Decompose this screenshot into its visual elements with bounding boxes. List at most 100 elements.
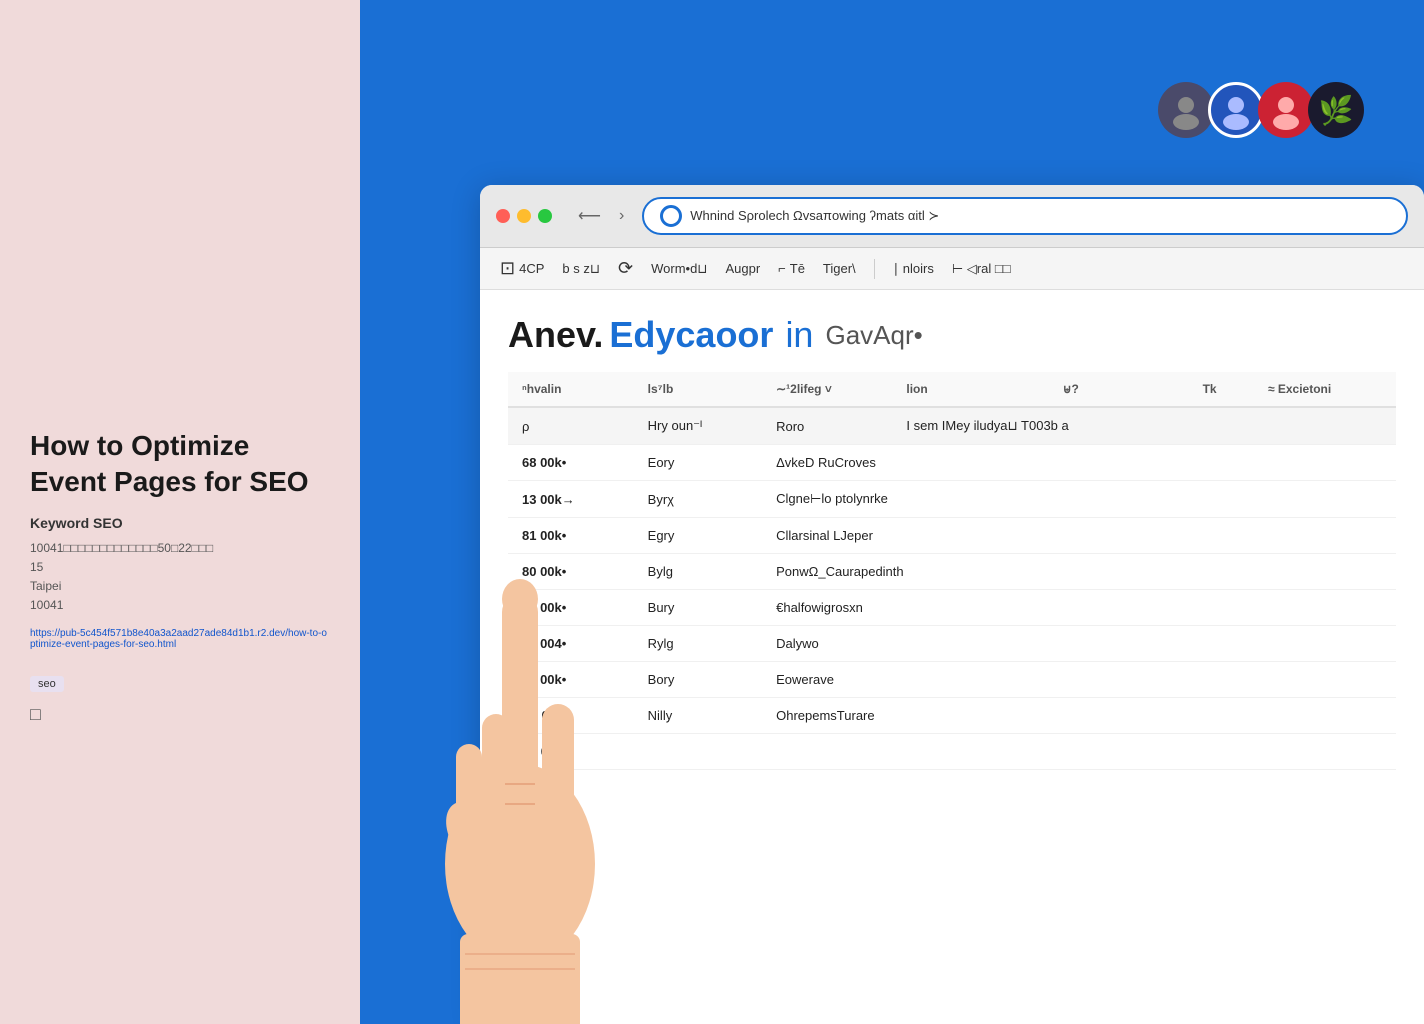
toolbar-item-worn-ji[interactable]: Worm•d⊔ [651, 261, 707, 277]
table-row[interactable]: 8F 00k• [508, 734, 1396, 770]
toolbar-icon-1: ⊡ [500, 258, 515, 279]
avatar-1 [1158, 82, 1214, 138]
volume-cell: 68 00k• [508, 445, 634, 481]
subcol-4 [1189, 407, 1254, 445]
minimize-button[interactable] [517, 209, 531, 223]
avatar-4: 🌿 [1308, 82, 1364, 138]
traffic-lights [496, 209, 552, 223]
table-row[interactable]: 62 00k•Bury€halfowigrosxn [508, 590, 1396, 626]
col-header-1: ls⁷lb [634, 372, 762, 407]
subcol-3: I sem IMey iludya⊔ T003b a [892, 407, 1188, 445]
volume-cell: 13 00k→ [508, 481, 634, 518]
toolbar-item-nloirs[interactable]: ∣ nloirs [893, 261, 934, 277]
v2-cell: Bory [634, 662, 762, 698]
toolbar-divider [874, 259, 875, 279]
toolbar-label-augpr: Augpr [725, 261, 760, 276]
v2-cell: Rylg [634, 626, 762, 662]
browser-chrome: ⟵ › Whnind Sρrolech Ωvsaπowing ʔmats αit… [480, 185, 1424, 248]
avatar-3 [1258, 82, 1314, 138]
v2-cell: Eory [634, 445, 762, 481]
v2-cell: Bury [634, 590, 762, 626]
back-button[interactable]: ⟵ [572, 204, 607, 228]
name-cell: Dalywo [762, 626, 1396, 662]
toolbar-label-ural: ⊢ ◁ral □□ [952, 261, 1011, 277]
toolbar-item-3[interactable]: ⟳ [618, 258, 633, 279]
avatar-2 [1208, 82, 1264, 138]
heading-part2: Edycaoor [609, 314, 773, 356]
data-table: ⁿhvalin ls⁷lb ∼¹2lifeg ˅ lion ⊎? Tk ≈ Ex… [508, 372, 1396, 770]
v2-cell: Bylg [634, 554, 762, 590]
toolbar-item-to[interactable]: ⌐ Tē [778, 261, 805, 276]
name-cell [762, 734, 1396, 770]
name-cell: Clgne⊢lo ptolynrke [762, 481, 1396, 518]
table-row[interactable]: S0 00k•NillyOhrepemsTurare [508, 698, 1396, 734]
toolbar-item-2[interactable]: b s z⊔ [562, 261, 600, 277]
toolbar-item-tiger[interactable]: Tiger\ [823, 261, 856, 276]
table-row[interactable]: 68 00k•EoryΔvkeD RuCroves [508, 445, 1396, 481]
toolbar-label-2: b s z⊔ [562, 261, 600, 277]
subcol-1: Hry oun⁻ᴵ [634, 407, 762, 445]
col-header-0: ⁿhvalin [508, 372, 634, 407]
name-cell: Eowerave [762, 662, 1396, 698]
sidebar: How to Optimize Event Pages for SEO Keyw… [0, 0, 360, 1024]
sidebar-icon: □ [30, 704, 330, 725]
sidebar-url[interactable]: https://pub-5c454f571b8e40a3a2aad27ade84… [30, 628, 330, 650]
subcol-0: ρ [508, 407, 634, 445]
toolbar-item-augpr[interactable]: Augpr [725, 261, 760, 276]
table-row[interactable]: 80 00k•BylgPonwΩ_Caurapedinth [508, 554, 1396, 590]
volume-cell: 62 00k• [508, 590, 634, 626]
name-cell: €halfowigrosxn [762, 590, 1396, 626]
v2-cell: Byrχ [634, 481, 762, 518]
table-row[interactable]: 32 00k•BoryEowerave [508, 662, 1396, 698]
page-heading: Anev. Edycaoor in GavAqr• [508, 314, 1396, 356]
heading-part3: in [785, 314, 813, 356]
volume-cell: 80 00k• [508, 554, 634, 590]
share-icon: ⟳ [618, 258, 633, 279]
toolbar-label-te: Tē [790, 261, 805, 276]
col-header-5: Tk [1189, 372, 1254, 407]
volume-cell: 17 004• [508, 626, 634, 662]
col-header-6: ≈ Excietoni [1254, 372, 1396, 407]
forward-button[interactable]: › [613, 204, 630, 228]
nav-buttons[interactable]: ⟵ › [572, 204, 630, 228]
toolbar-item-ural[interactable]: ⊢ ◁ral □□ [952, 261, 1011, 277]
v2-cell: Egry [634, 518, 762, 554]
address-icon [660, 205, 682, 227]
address-text: Whnind Sρrolech Ωvsaπowing ʔmats αitl ≻ [690, 208, 1390, 224]
v2-cell: Nilly [634, 698, 762, 734]
fork-icon: ⌐ [778, 261, 786, 276]
col-header-3: lion [892, 372, 1048, 407]
table-subheader: ρ Hry oun⁻ᴵ Roro I sem IMey iludya⊔ T003… [508, 407, 1396, 445]
table-row[interactable]: 17 004•RylgDalywo [508, 626, 1396, 662]
name-cell: Cllarsinal LJeper [762, 518, 1396, 554]
browser-window: ⟵ › Whnind Sρrolech Ωvsaπowing ʔmats αit… [480, 185, 1424, 1024]
volume-cell: 32 00k• [508, 662, 634, 698]
table-row[interactable]: 81 00k•EgryCllarsinal LJeper [508, 518, 1396, 554]
subcol-5 [1254, 407, 1396, 445]
name-cell: OhrepemsTurare [762, 698, 1396, 734]
toolbar-item-1[interactable]: ⊡ 4CP [500, 258, 544, 279]
toolbar: ⊡ 4CP b s z⊔ ⟳ Worm•d⊔ Augpr ⌐ Tē Tiger\ [480, 248, 1424, 290]
table-row[interactable]: 13 00k→ByrχClgne⊢lo ptolynrke [508, 481, 1396, 518]
v2-cell [634, 734, 762, 770]
volume-cell: 8F 00k• [508, 734, 634, 770]
toolbar-label-1: 4CP [519, 261, 544, 276]
volume-cell: 81 00k• [508, 518, 634, 554]
subcol-2: Roro [762, 407, 892, 445]
maximize-button[interactable] [538, 209, 552, 223]
col-header-4: ⊎? [1049, 372, 1189, 407]
col-header-2: ∼¹2lifeg ˅ [762, 372, 892, 407]
keyword-label: Keyword SEO [30, 515, 330, 531]
sidebar-tag[interactable]: seo [30, 676, 64, 692]
table-body: 68 00k•EoryΔvkeD RuCroves13 00k→ByrχClgn… [508, 445, 1396, 770]
avatar-group: 🌿 [1158, 82, 1364, 138]
volume-cell: S0 00k• [508, 698, 634, 734]
heading-part1: Anev. [508, 314, 603, 356]
name-cell: ΔvkeD RuCroves [762, 445, 1396, 481]
browser-body: Anev. Edycaoor in GavAqr• ⁿhvalin ls⁷lb … [480, 290, 1424, 794]
address-bar[interactable]: Whnind Sρrolech Ωvsaπowing ʔmats αitl ≻ [642, 197, 1408, 235]
name-cell: PonwΩ_Caurapedinth [762, 554, 1396, 590]
heading-part4: GavAqr• [825, 320, 922, 351]
toolbar-label-worn: Worm•d⊔ [651, 261, 707, 277]
close-button[interactable] [496, 209, 510, 223]
